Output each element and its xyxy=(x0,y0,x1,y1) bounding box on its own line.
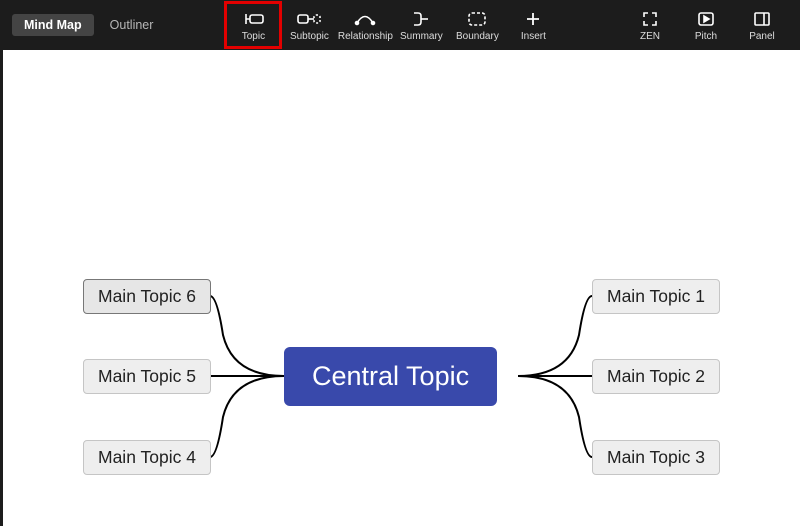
pitch-button[interactable]: Pitch xyxy=(678,2,734,48)
topic-node-left-2[interactable]: Main Topic 4 xyxy=(83,440,211,475)
relationship-label: Relationship xyxy=(338,31,393,42)
insert-button[interactable]: Insert xyxy=(505,2,561,48)
top-toolbar: Mind Map Outliner Topic Subtopic xyxy=(0,0,800,50)
central-topic-node[interactable]: Central Topic xyxy=(284,347,497,406)
topic-node-left-1[interactable]: Main Topic 5 xyxy=(83,359,211,394)
topic-node-left-0[interactable]: Main Topic 6 xyxy=(83,279,211,314)
view-tabs: Mind Map Outliner xyxy=(0,0,165,50)
summary-button[interactable]: Summary xyxy=(393,2,449,48)
topic-button[interactable]: Topic xyxy=(225,2,281,48)
fullscreen-icon xyxy=(642,9,658,29)
tool-group-right: ZEN Pitch Panel xyxy=(622,0,800,50)
topic-node-right-0[interactable]: Main Topic 1 xyxy=(592,279,720,314)
topic-label: Topic xyxy=(242,31,265,42)
pitch-label: Pitch xyxy=(695,31,717,42)
plus-icon xyxy=(525,9,541,29)
zen-button[interactable]: ZEN xyxy=(622,2,678,48)
mindmap-canvas[interactable]: Central Topic Main Topic 6 Main Topic 5 … xyxy=(0,50,800,526)
summary-icon xyxy=(411,9,431,29)
zen-label: ZEN xyxy=(640,31,660,42)
subtopic-button[interactable]: Subtopic xyxy=(281,2,337,48)
tab-outliner[interactable]: Outliner xyxy=(98,14,166,36)
topic-node-right-1[interactable]: Main Topic 2 xyxy=(592,359,720,394)
summary-label: Summary xyxy=(400,31,443,42)
panel-button[interactable]: Panel xyxy=(734,2,790,48)
play-icon xyxy=(697,9,715,29)
relationship-icon xyxy=(354,9,376,29)
boundary-icon xyxy=(467,9,487,29)
topic-icon xyxy=(242,9,264,29)
subtopic-icon xyxy=(297,9,321,29)
panel-icon xyxy=(753,9,771,29)
relationship-button[interactable]: Relationship xyxy=(337,2,393,48)
boundary-label: Boundary xyxy=(456,31,499,42)
tab-mindmap[interactable]: Mind Map xyxy=(12,14,94,36)
tool-group-main: Topic Subtopic Relationship xyxy=(225,0,561,50)
topic-node-right-2[interactable]: Main Topic 3 xyxy=(592,440,720,475)
panel-label: Panel xyxy=(749,31,775,42)
subtopic-label: Subtopic xyxy=(290,31,329,42)
boundary-button[interactable]: Boundary xyxy=(449,2,505,48)
insert-label: Insert xyxy=(521,31,546,42)
